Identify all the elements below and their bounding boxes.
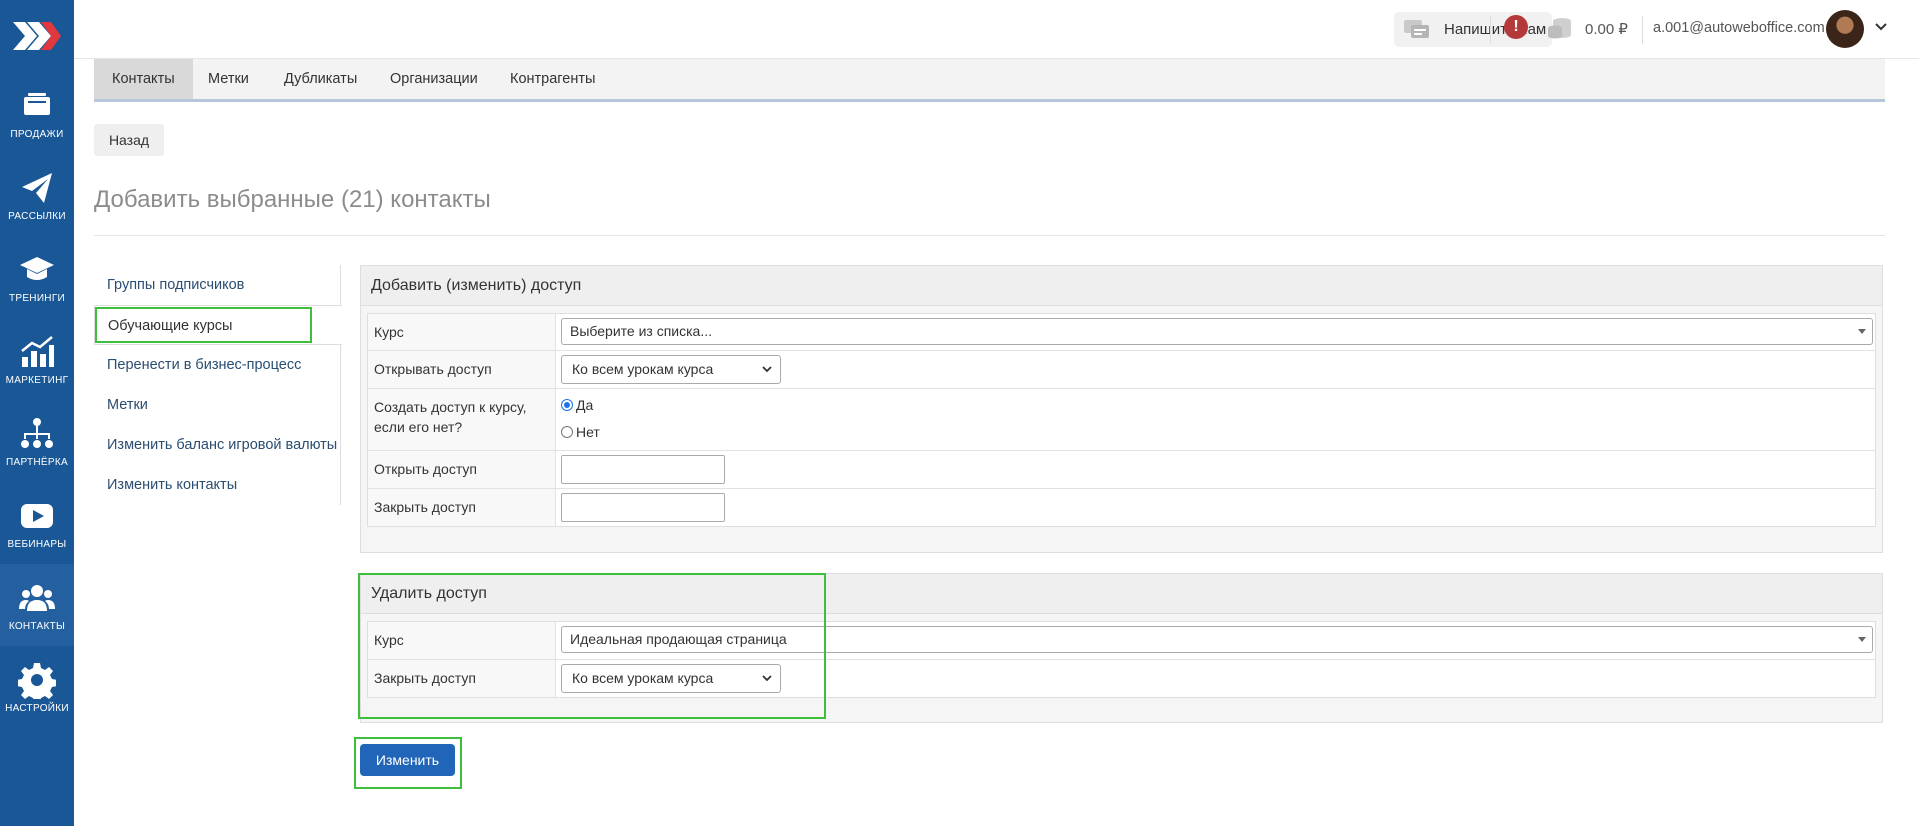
open-access-row: Открывать доступ Ко всем урокам курса [368, 351, 1875, 389]
tab-organizations[interactable]: Организации [372, 59, 496, 99]
open-date-input[interactable] [561, 455, 725, 484]
nav-trainings-label: ТРЕНИНГИ [8, 292, 66, 304]
remove-course-label: Курс [368, 622, 556, 659]
nav-marketing[interactable]: МАРКЕТИНГ [0, 318, 74, 400]
menu-subscriber-groups[interactable]: Группы подписчиков [94, 265, 341, 305]
nav-webinars-label: ВЕБИНАРЫ [7, 538, 67, 550]
add-access-panel: Добавить (изменить) доступ Курс Выберите… [360, 265, 1883, 553]
open-date-row: Открыть доступ [368, 451, 1875, 489]
course-row: Курс Выберите из списка... [368, 314, 1875, 351]
menu-business-process[interactable]: Перенести в бизнес-процесс [94, 345, 341, 385]
chart-icon [21, 335, 54, 367]
tab-counterparties[interactable]: Контрагенты [492, 59, 613, 99]
back-button[interactable]: Назад [94, 124, 164, 156]
remove-close-select[interactable]: Ко всем урокам курса [561, 664, 781, 693]
nav-sales[interactable]: ПРОДАЖИ [0, 72, 74, 154]
graduation-cap-icon [20, 256, 54, 280]
balance: 0.00 ₽ [1585, 21, 1628, 38]
paper-plane-icon [22, 172, 52, 203]
chevron-down-icon [762, 675, 772, 682]
alert-icon[interactable]: ! [1504, 15, 1528, 39]
write-to-us-label: Напишите нам [1444, 21, 1547, 38]
close-date-label: Закрыть доступ [368, 489, 556, 526]
remove-course-select[interactable]: Идеальная продающая страница [561, 626, 1873, 653]
cart-icon [24, 92, 50, 115]
add-access-title: Добавить (изменить) доступ [361, 266, 1882, 306]
open-access-select-value: Ко всем урокам курса [572, 361, 714, 377]
nav-marketing-label: МАРКЕТИНГ [5, 374, 69, 386]
nav-trainings[interactable]: ТРЕНИНГИ [0, 236, 74, 318]
caret-down-icon [1858, 637, 1866, 642]
nav-mailings[interactable]: РАССЫЛКИ [0, 154, 74, 236]
remove-access-panel: Удалить доступ Курс Идеальная продающая … [360, 573, 1883, 723]
remove-access-form: Курс Идеальная продающая страница Закрыт… [367, 621, 1876, 698]
open-date-label: Открыть доступ [368, 451, 556, 488]
close-date-input[interactable] [561, 493, 725, 522]
remove-close-row: Закрыть доступ Ко всем урокам курса [368, 660, 1875, 697]
nav-contacts[interactable]: КОНТАКТЫ [0, 564, 74, 646]
radio-no-button[interactable] [561, 426, 573, 438]
logo-chevrons-icon [13, 22, 61, 50]
tab-bar: Контакты Метки Дубликаты Организации Кон… [94, 59, 1885, 102]
remove-course-row: Курс Идеальная продающая страница [368, 622, 1875, 660]
menu-training-courses[interactable]: Обучающие курсы [94, 305, 342, 345]
course-select[interactable]: Выберите из списка... [561, 318, 1873, 345]
tab-duplicates[interactable]: Дубликаты [266, 59, 375, 99]
menu-game-currency[interactable]: Изменить баланс игровой валюты [94, 425, 341, 465]
nav-mailings-label: РАССЫЛКИ [8, 210, 66, 222]
play-icon [21, 503, 53, 528]
create-access-label: Создать доступ к курсу, если его нет? [368, 389, 556, 450]
chevron-down-icon[interactable] [1874, 20, 1888, 34]
radio-yes[interactable]: Да [561, 397, 593, 413]
submit-button[interactable]: Изменить [360, 744, 455, 776]
chat-icon [1404, 19, 1429, 38]
logo[interactable] [0, 0, 74, 72]
left-menu: Группы подписчиков Обучающие курсы Перен… [94, 265, 342, 505]
radio-yes-button[interactable] [561, 399, 573, 411]
nav-webinars[interactable]: ВЕБИНАРЫ [0, 482, 74, 564]
radio-no-label: Нет [576, 424, 600, 440]
user-email[interactable]: a.001@autoweboffice.com [1653, 20, 1825, 36]
topbar: Напишите нам ! 0.00 ₽ a.001@autoweboffic… [74, 0, 1919, 59]
nav-contacts-label: КОНТАКТЫ [8, 620, 66, 632]
nav-settings[interactable]: НАСТРОЙКИ [0, 646, 74, 728]
course-label: Курс [368, 314, 556, 350]
create-access-row: Создать доступ к курсу, если его нет? Да… [368, 389, 1875, 451]
nav-partners[interactable]: ПАРТНЁРКА [0, 400, 74, 482]
add-access-form: Курс Выберите из списка... Открывать дос… [367, 313, 1876, 527]
separator [1642, 16, 1643, 44]
page-title: Добавить выбранные (21) контакты [94, 186, 491, 213]
remove-close-label: Закрыть доступ [368, 660, 556, 697]
remove-access-title: Удалить доступ [361, 574, 1882, 614]
radio-yes-label: Да [576, 397, 594, 413]
write-to-us-button[interactable]: Напишите нам [1394, 12, 1552, 47]
sidebar: ПРОДАЖИ РАССЫЛКИ ТРЕНИНГИ МАРКЕТИНГ ПАРТ… [0, 0, 74, 826]
nav-partners-label: ПАРТНЁРКА [6, 456, 68, 468]
users-icon [19, 584, 55, 611]
caret-down-icon [1858, 329, 1866, 334]
tab-tags[interactable]: Метки [190, 59, 267, 99]
remove-course-select-value: Идеальная продающая страница [570, 631, 787, 647]
gear-icon [18, 662, 56, 699]
separator [1490, 16, 1491, 44]
avatar[interactable] [1826, 10, 1864, 48]
menu-edit-contacts[interactable]: Изменить контакты [94, 465, 341, 505]
course-select-value: Выберите из списка... [570, 323, 713, 339]
menu-tags[interactable]: Метки [94, 385, 341, 425]
nav-sales-label: ПРОДАЖИ [10, 128, 64, 140]
open-access-label: Открывать доступ [368, 351, 556, 388]
network-icon [21, 417, 53, 448]
divider [94, 235, 1885, 236]
radio-no[interactable]: Нет [561, 424, 600, 440]
coins-icon [1548, 18, 1571, 39]
open-access-select[interactable]: Ко всем урокам курса [561, 355, 781, 384]
remove-close-select-value: Ко всем урокам курса [572, 670, 714, 686]
close-date-row: Закрыть доступ [368, 489, 1875, 526]
nav-settings-label: НАСТРОЙКИ [5, 702, 69, 714]
tab-contacts[interactable]: Контакты [94, 59, 193, 99]
chevron-down-icon [762, 366, 772, 373]
